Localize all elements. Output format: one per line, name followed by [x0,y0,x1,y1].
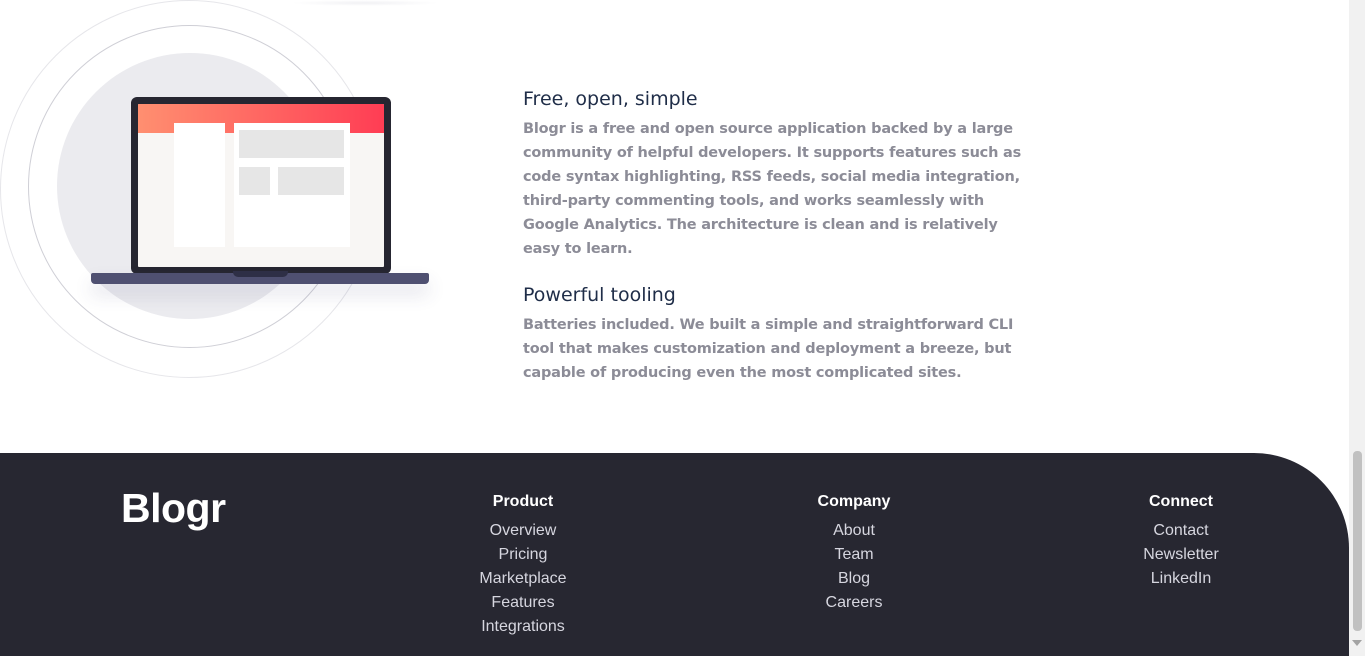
display-block [278,167,344,195]
footer-column-product: Product Overview Pricing Marketplace Fea… [433,491,613,639]
footer-link-overview[interactable]: Overview [433,519,613,543]
footer-column-title: Connect [1149,493,1213,510]
display-sidebar-panel [174,123,225,247]
laptop-illustration [0,0,470,400]
decor-fade [290,0,440,6]
feature-description: Blogr is a free and open source applicat… [523,121,1022,257]
footer-link-integrations[interactable]: Integrations [433,615,613,639]
footer-link-features[interactable]: Features [433,591,613,615]
footer-column-company: Company About Team Blog Careers [764,491,944,615]
display-main-panel [234,123,350,247]
vertical-scrollbar[interactable] [1349,0,1365,656]
features-section: Free, open, simple Blogr is a free and o… [523,86,1033,385]
footer-link-linkedin[interactable]: LinkedIn [1091,567,1271,591]
display-block [239,167,270,195]
footer-link-team[interactable]: Team [764,543,944,567]
footer-link-contact[interactable]: Contact [1091,519,1271,543]
footer-link-about[interactable]: About [764,519,944,543]
feature-title: Free, open, simple [523,88,698,110]
feature-title: Powerful tooling [523,284,676,306]
footer-column-title: Company [817,493,891,510]
laptop-notch [233,271,288,277]
laptop-display [138,104,384,267]
page: Free, open, simple Blogr is a free and o… [0,0,1349,656]
footer-link-marketplace[interactable]: Marketplace [433,567,613,591]
feature-free-open-simple: Free, open, simple Blogr is a free and o… [523,86,1033,261]
display-block [239,130,344,158]
footer: Blogr Product Overview Pricing Marketpla… [0,453,1349,656]
feature-description: Batteries included. We built a simple an… [523,317,1014,381]
footer-link-blog[interactable]: Blog [764,567,944,591]
laptop-screen [131,97,391,274]
feature-powerful-tooling: Powerful tooling Batteries included. We … [523,282,1033,385]
footer-column-connect: Connect Contact Newsletter LinkedIn [1091,491,1271,591]
scroll-down-arrow-icon[interactable] [1352,640,1362,646]
footer-logo[interactable]: Blogr [121,485,226,532]
footer-link-careers[interactable]: Careers [764,591,944,615]
footer-link-newsletter[interactable]: Newsletter [1091,543,1271,567]
footer-column-title: Product [492,493,554,510]
footer-link-pricing[interactable]: Pricing [433,543,613,567]
scrollbar-thumb[interactable] [1353,451,1362,631]
